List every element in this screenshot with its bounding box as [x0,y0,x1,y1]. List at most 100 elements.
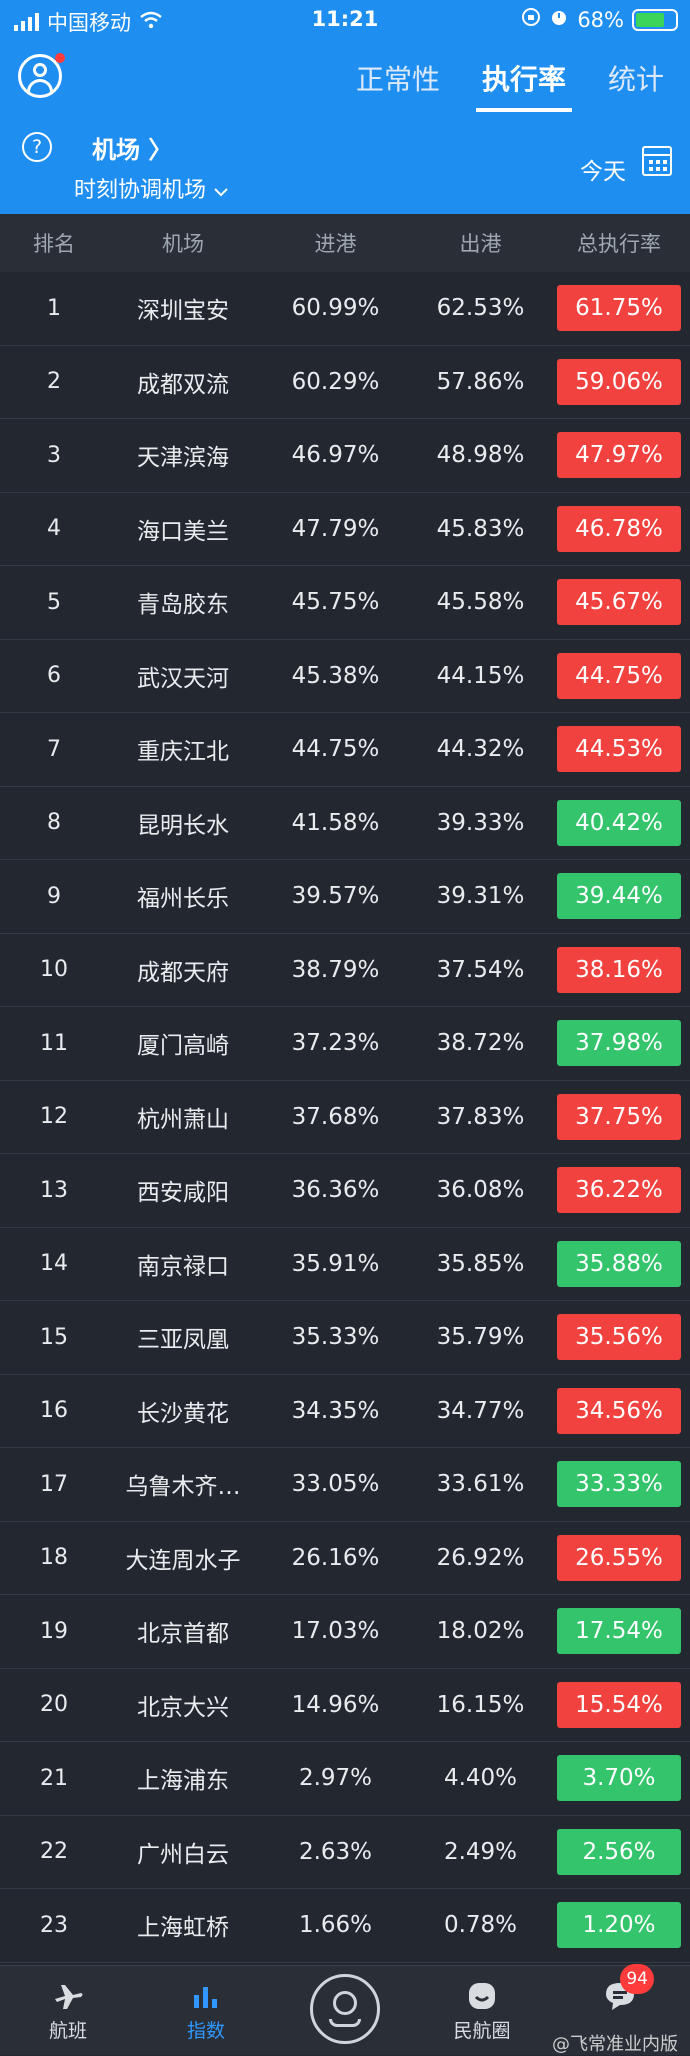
total-rate-cell: 37.75% [548,1093,690,1140]
tab-execution-rate[interactable]: 执行率 [475,58,572,112]
table-row[interactable]: 15 三亚凤凰 35.33% 35.79% 35.56% [0,1301,690,1375]
table-row[interactable]: 10 成都天府 38.79% 37.54% 38.16% [0,934,690,1007]
inbound-rate-cell: 14.96% [291,1691,380,1718]
rank-cell: 21 [40,1765,68,1791]
airport-name-cell: 天津滨海 [137,445,229,472]
table-row[interactable]: 11 厦门高崎 37.23% 38.72% 37.98% [0,1007,690,1081]
inbound-rate-cell: 37.68% [291,1103,380,1130]
table-row[interactable]: 12 杭州萧山 37.68% 37.83% 37.75% [0,1081,690,1154]
total-rate-badge: 35.56% [557,1314,681,1361]
table-row[interactable]: 13 西安咸阳 36.36% 36.08% 36.22% [0,1154,690,1228]
header-outbound[interactable]: 出港 [413,228,548,258]
outbound-rate-cell: 33.61% [436,1471,525,1498]
bar-chart-icon [156,1976,256,2016]
table-row[interactable]: 17 乌鲁木齐… 33.05% 33.61% 33.33% [0,1448,690,1522]
airport-name-cell: 青岛胶东 [137,592,229,619]
total-rate-badge: 47.97% [557,432,681,479]
total-rate-cell: 36.22% [548,1167,690,1214]
table-row[interactable]: 3 天津滨海 46.97% 48.98% 47.97% [0,419,690,493]
outbound-rate-cell: 44.15% [436,662,525,689]
tab-statistics[interactable]: 统计 [602,58,670,112]
date-label[interactable]: 今天 [580,152,626,186]
table-row[interactable]: 4 海口美兰 47.79% 45.83% 46.78% [0,493,690,566]
nav-messages[interactable]: 94 [570,1964,670,2016]
table-row[interactable]: 23 上海虹桥 1.66% 0.78% 1.20% [0,1889,690,1963]
rank-cell: 15 [40,1324,68,1350]
table-row[interactable]: 6 武汉天河 45.38% 44.15% 44.75% [0,640,690,713]
table-row[interactable]: 2 成都双流 60.29% 57.86% 59.06% [0,346,690,419]
total-rate-badge: 26.55% [557,1534,681,1581]
table-row[interactable]: 21 上海浦东 2.97% 4.40% 3.70% [0,1742,690,1816]
table-row[interactable]: 22 广州白云 2.63% 2.49% 2.56% [0,1816,690,1889]
airport-type-label: 时刻协调机场 [74,178,207,203]
outbound-rate-cell: 35.79% [436,1324,525,1351]
help-icon[interactable]: ? [22,132,52,162]
total-rate-badge: 44.75% [557,652,681,699]
table-row[interactable]: 7 重庆江北 44.75% 44.32% 44.53% [0,713,690,787]
calendar-icon[interactable] [642,146,672,176]
notification-dot [55,53,65,63]
airport-name-cell: 成都双流 [137,371,229,398]
table-row[interactable]: 20 北京大兴 14.96% 16.15% 15.54% [0,1669,690,1742]
tab-punctuality[interactable]: 正常性 [350,58,446,112]
total-rate-cell: 44.75% [548,652,690,699]
outbound-rate-cell: 18.02% [436,1618,525,1645]
rank-cell: 2 [47,369,61,395]
top-tabs: 正常性 执行率 统计 [350,58,670,112]
airport-name-cell: 大连周水子 [125,1547,241,1574]
airport-type-dropdown[interactable]: 时刻协调机场 [74,172,229,204]
table-row[interactable]: 8 昆明长水 41.58% 39.33% 40.42% [0,787,690,860]
nav-community-label: 民航圈 [453,2020,511,2042]
table-row[interactable]: 16 长沙黄花 34.35% 34.77% 34.56% [0,1375,690,1448]
nav-index[interactable]: 指数 [156,1976,256,2043]
outbound-rate-cell: 44.32% [436,736,525,763]
total-rate-cell: 35.88% [548,1240,690,1287]
total-rate-badge: 46.78% [557,505,681,552]
total-rate-cell: 59.06% [548,358,690,405]
inbound-rate-cell: 2.97% [298,1765,373,1792]
inbound-rate-cell: 45.75% [291,589,380,616]
inbound-rate-cell: 35.33% [291,1324,380,1351]
header-total-rate[interactable]: 总执行率 [548,228,690,258]
table-row[interactable]: 5 青岛胶东 45.75% 45.58% 45.67% [0,566,690,640]
rank-cell: 1 [47,295,61,321]
status-right: 68% [521,7,678,32]
airport-name-cell: 广州白云 [137,1841,229,1868]
inbound-rate-cell: 45.38% [291,662,380,689]
total-rate-badge: 61.75% [557,285,681,332]
total-rate-cell: 33.33% [548,1461,690,1508]
header-rank[interactable]: 排名 [0,228,108,258]
outbound-rate-cell: 39.31% [436,883,525,910]
ranking-table: 1 深圳宝安 60.99% 62.53% 61.75% 2 成都双流 60.29% 57.86%… [0,272,690,1963]
header-airport[interactable]: 机场 [108,228,258,258]
rank-cell: 23 [40,1912,68,1938]
table-row[interactable]: 19 北京首都 17.03% 18.02% 17.54% [0,1595,690,1669]
airport-name-cell: 南京禄口 [137,1253,229,1280]
inbound-rate-cell: 39.57% [291,883,380,910]
outbound-rate-cell: 57.86% [436,368,525,395]
airport-category-link[interactable]: 机场 〉 [92,130,172,165]
nav-community[interactable]: 民航圈 [432,1976,532,2043]
rank-cell: 12 [40,1104,68,1130]
total-rate-cell: 26.55% [548,1534,690,1581]
airport-name-cell: 厦门高崎 [137,1033,229,1060]
rank-cell: 5 [47,589,61,615]
location-pin-icon[interactable] [310,1974,380,2044]
total-rate-cell: 45.67% [548,579,690,626]
table-row[interactable]: 14 南京禄口 35.91% 35.85% 35.88% [0,1228,690,1301]
outbound-rate-cell: 36.08% [436,1177,525,1204]
header-inbound[interactable]: 进港 [258,228,413,258]
rank-cell: 14 [40,1251,68,1277]
table-row[interactable]: 1 深圳宝安 60.99% 62.53% 61.75% [0,272,690,346]
profile-avatar-icon[interactable] [18,53,65,98]
total-rate-cell: 34.56% [548,1387,690,1434]
inbound-rate-cell: 38.79% [291,956,380,983]
inbound-rate-cell: 60.29% [291,368,380,395]
nav-flights[interactable]: 航班 [18,1976,118,2043]
outbound-rate-cell: 39.33% [436,809,525,836]
airport-name-cell: 昆明长水 [137,812,229,839]
rank-cell: 6 [47,663,61,689]
total-rate-badge: 2.56% [557,1828,681,1875]
table-row[interactable]: 18 大连周水子 26.16% 26.92% 26.55% [0,1522,690,1595]
table-row[interactable]: 9 福州长乐 39.57% 39.31% 39.44% [0,860,690,934]
